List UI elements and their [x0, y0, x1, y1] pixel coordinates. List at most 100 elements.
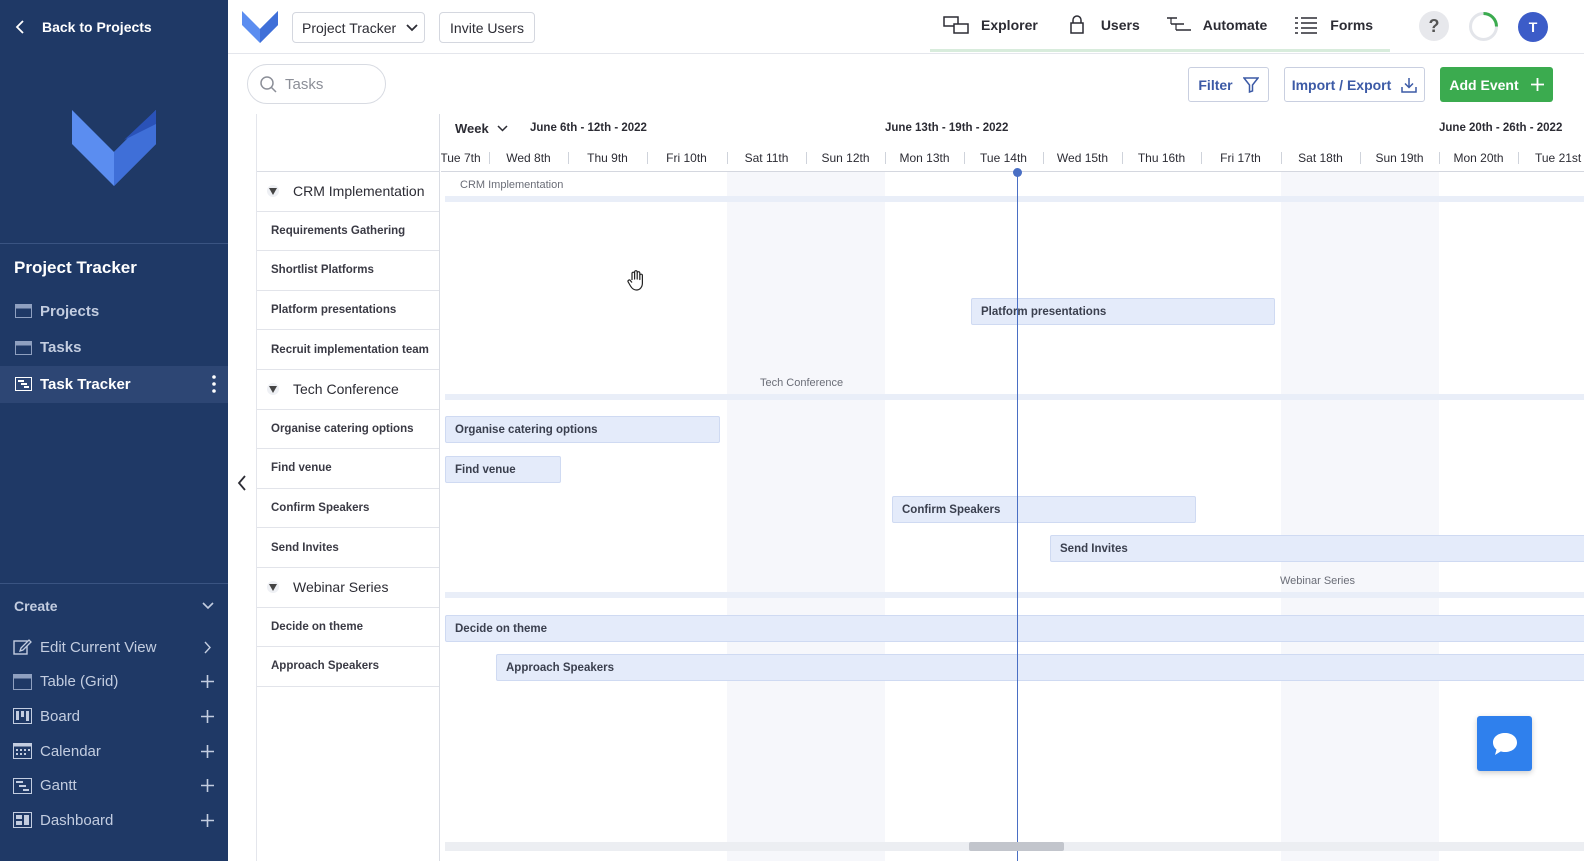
plus-icon [201, 779, 214, 793]
plus-icon [201, 675, 214, 689]
task-row[interactable]: Send Invites [257, 528, 439, 568]
task-group-label: CRM Implementation [293, 183, 425, 200]
gantt-header: Week June 6th - 12th - 2022 June 13th - … [441, 114, 1584, 172]
plus-icon [201, 813, 214, 827]
app-logo-icon[interactable] [242, 11, 278, 43]
task-row[interactable]: Organise catering options [257, 410, 439, 450]
task-row[interactable]: Platform presentations [257, 291, 439, 331]
today-marker-dot [1013, 168, 1022, 177]
nav-automate[interactable]: Automate [1152, 0, 1280, 50]
nav-forms[interactable]: Forms [1279, 0, 1385, 50]
week-range-label: June 6th - 12th - 2022 [530, 122, 647, 134]
user-avatar[interactable]: T [1518, 12, 1548, 42]
task-row[interactable]: Shortlist Platforms [257, 251, 439, 291]
create-item-label: Dashboard [40, 811, 114, 829]
task-group-row[interactable]: Tech Conference [257, 370, 439, 410]
more-options-icon[interactable] [212, 375, 216, 393]
task-row[interactable]: Recruit implementation team [257, 330, 439, 370]
scale-dropdown[interactable]: Week [455, 121, 508, 136]
collapse-triangle-icon[interactable] [267, 383, 279, 396]
chevron-down-icon [497, 125, 508, 132]
sidebar-item-projects[interactable]: Projects [0, 293, 228, 330]
day-label: Fri 10th [666, 151, 707, 165]
collapse-panel-icon[interactable] [234, 473, 250, 493]
sidebar: Back to Projects Project Tracker Project… [0, 0, 228, 861]
create-item-edit-current-view[interactable]: Edit Current View [0, 630, 228, 665]
gantt-icon [15, 377, 32, 392]
day-label: Thu 16th [1137, 151, 1186, 165]
sidebar-item-label: Task Tracker [40, 375, 131, 393]
horizontal-scrollbar[interactable] [445, 842, 1584, 851]
gantt-group-line [445, 196, 1584, 202]
gantt-chart[interactable]: Week June 6th - 12th - 2022 June 13th - … [441, 114, 1584, 861]
back-label: Back to Projects [42, 19, 152, 35]
nav-label: Automate [1202, 17, 1268, 33]
help-button[interactable]: ? [1419, 11, 1449, 41]
gantt-bar[interactable]: Approach Speakers [496, 654, 1584, 681]
search-input[interactable] [285, 75, 375, 93]
day-header-row: Tue 7th Wed 8th Thu 9th Fri 10th Sat 11t… [441, 144, 1584, 172]
task-group-row[interactable]: Webinar Series [257, 568, 439, 608]
top-bar: Project Tracker Invite Users Explorer Us… [228, 0, 1584, 54]
create-item-board[interactable]: Board [0, 699, 228, 734]
task-row[interactable]: Find venue [257, 449, 439, 489]
task-row[interactable]: Requirements Gathering [257, 212, 439, 252]
gantt-bar[interactable]: Decide on theme [445, 615, 1584, 642]
day-label: Wed 15th [1056, 151, 1109, 165]
create-section-toggle[interactable]: Create [14, 598, 214, 614]
gantt-bar[interactable]: Send Invites [1050, 535, 1584, 562]
filter-button[interactable]: Filter [1188, 67, 1269, 102]
sidebar-item-tasks[interactable]: Tasks [0, 330, 228, 367]
invite-users-button[interactable]: Invite Users [439, 12, 535, 43]
project-dropdown[interactable]: Project Tracker [292, 12, 425, 43]
create-item-label: Calendar [40, 742, 101, 760]
nav-users[interactable]: Users [1050, 0, 1152, 50]
gantt-group-label: Webinar Series [1280, 575, 1355, 587]
gantt-bar[interactable]: Confirm Speakers [892, 496, 1196, 523]
create-item-calendar[interactable]: Calendar [0, 734, 228, 769]
loading-spinner-icon [1469, 12, 1498, 41]
task-group-row[interactable]: CRM Implementation [257, 172, 439, 212]
week-range-label: June 13th - 19th - 2022 [885, 122, 1009, 134]
chevron-right-icon [204, 641, 211, 654]
chat-widget-button[interactable] [1477, 716, 1532, 771]
add-event-button[interactable]: Add Event [1440, 67, 1553, 102]
gantt-bar[interactable]: Organise catering options [445, 416, 720, 443]
hand-cursor-icon [627, 270, 643, 291]
gantt-group-label: Tech Conference [760, 377, 844, 389]
task-group-label: Webinar Series [293, 579, 389, 596]
task-list: CRM Implementation Requirements Gatherin… [257, 114, 440, 861]
task-row[interactable]: Approach Speakers [257, 647, 439, 687]
table-icon [15, 340, 32, 355]
chevron-left-icon [15, 20, 24, 34]
chat-bubble-icon [1492, 732, 1517, 755]
task-row[interactable]: Confirm Speakers [257, 489, 439, 529]
task-group-label: Tech Conference [293, 381, 399, 398]
day-label: Sat 18th [1298, 151, 1343, 165]
import-export-label: Import / Export [1291, 76, 1392, 93]
weekend-shading [1281, 172, 1439, 861]
collapse-triangle-icon[interactable] [267, 581, 279, 594]
back-to-projects-link[interactable]: Back to Projects [14, 16, 152, 38]
day-label: Thu 9th [587, 151, 628, 165]
add-event-label: Add Event [1449, 76, 1519, 93]
create-item-label: Table (Grid) [40, 673, 119, 691]
explorer-icon [943, 16, 969, 34]
task-row[interactable]: Decide on theme [257, 608, 439, 648]
create-item-gantt[interactable]: Gantt [0, 768, 228, 803]
create-item-table-grid[interactable]: Table (Grid) [0, 665, 228, 700]
create-label: Create [14, 598, 58, 614]
sidebar-item-task-tracker[interactable]: Task Tracker [0, 366, 228, 403]
create-item-label: Edit Current View [40, 638, 157, 656]
search-icon [260, 75, 277, 93]
import-export-button[interactable]: Import / Export [1284, 67, 1425, 102]
table-icon [15, 304, 32, 319]
gantt-bar[interactable]: Find venue [445, 456, 561, 483]
gantt-group-line [445, 394, 1584, 400]
day-label: Sat 11th [744, 151, 789, 165]
create-item-dashboard[interactable]: Dashboard [0, 803, 228, 838]
collapse-triangle-icon[interactable] [267, 185, 279, 198]
scrollbar-thumb[interactable] [969, 842, 1064, 851]
day-label: Mon 13th [899, 151, 950, 165]
nav-explorer[interactable]: Explorer [930, 0, 1050, 50]
